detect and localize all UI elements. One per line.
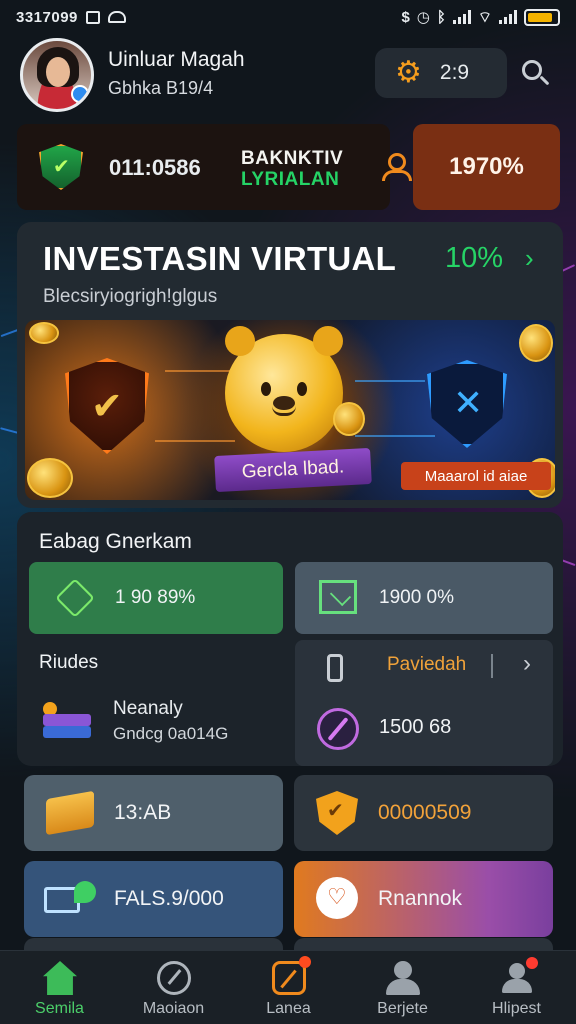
stat-value: 1900 0%	[379, 587, 455, 608]
payment-label: Paviedah	[387, 654, 467, 675]
bluetooth-icon: ᛒ	[436, 8, 446, 26]
box-icon	[46, 790, 94, 836]
overview-section: Eabag Gnerkam 1 90 89% 1900 0% Riudes Ne…	[17, 512, 563, 766]
avatar[interactable]	[20, 38, 94, 112]
chevron-right-icon[interactable]: ›	[525, 243, 534, 274]
shop-icon	[272, 956, 311, 995]
signal-icon	[452, 10, 471, 24]
tile-badge[interactable]: 00000509	[294, 775, 553, 851]
banner-tag-button[interactable]: Maaarol id aiae	[401, 462, 551, 490]
verified-icon	[71, 85, 89, 103]
gallery-icon	[85, 10, 100, 24]
cart-icon	[44, 881, 96, 917]
eye-icon	[107, 11, 126, 23]
balance-value: 011:0586	[109, 155, 201, 180]
coin-image	[29, 322, 59, 344]
mascot-image	[225, 326, 343, 452]
mail-icon	[319, 580, 357, 614]
investment-card[interactable]: INVESTASIN VIRTUAL 10% › Blecsiryiogrigh…	[17, 222, 563, 508]
nav-item-profile[interactable]: Hlipest	[459, 951, 574, 1024]
books-icon	[43, 698, 93, 742]
section-title: Eabag Gnerkam	[39, 530, 192, 553]
nav-item-shop[interactable]: Lanea	[231, 951, 346, 1024]
nearby-title: Neanaly	[113, 698, 183, 719]
profile-header: Uinluar Magah Gbhka B19/4 ⚙ 2:9	[20, 38, 556, 112]
hero-subtitle: Blecsiryiogrigh!glgus	[43, 286, 218, 307]
battery-icon	[524, 8, 560, 26]
chevron-right-icon[interactable]: ›	[523, 650, 531, 678]
brand-bottom: LYRIALAN	[241, 169, 340, 190]
dollar-icon: $	[401, 8, 410, 26]
tile-value: FALS.9/000	[114, 887, 224, 910]
nav-label: Hlipest	[492, 1000, 541, 1017]
tile-gift[interactable]: Rnannok	[294, 861, 553, 937]
divider	[491, 654, 493, 678]
stat-value: 1 90 89%	[115, 587, 196, 608]
user-icon[interactable]	[382, 151, 412, 181]
wifi-icon: ⌔	[477, 8, 492, 26]
hero-title: INVESTASIN VIRTUAL	[43, 240, 397, 277]
coin-image	[519, 324, 553, 362]
coin-image	[27, 458, 73, 498]
stack-icon	[55, 578, 95, 618]
home-icon	[43, 961, 77, 995]
heart-icon	[316, 877, 358, 919]
nav-label: Berjete	[377, 1000, 428, 1017]
hero-percent: 10%	[445, 242, 504, 274]
tile-value: 13:AB	[114, 801, 172, 824]
user-name: Uinluar Magah	[108, 48, 245, 71]
phone-icon	[327, 654, 343, 682]
balance-strip[interactable]: 011:0586 BAKNKTIV LYRIALAN	[17, 124, 412, 210]
shield-check-icon	[65, 358, 149, 454]
payment-panel[interactable]: Paviedah › 1500 68	[295, 640, 553, 766]
tile-cart[interactable]: FALS.9/000	[24, 861, 283, 937]
nav-item-gauge[interactable]: Maoiaon	[116, 951, 231, 1024]
percent-box[interactable]: 1970%	[413, 124, 560, 210]
settings-value: 2:9	[439, 61, 470, 84]
nearby-subtitle: Gndcg 0a014G	[113, 724, 229, 743]
search-icon[interactable]	[522, 60, 550, 88]
settings-pill[interactable]: ⚙ 2:9	[375, 48, 507, 98]
signal-icon	[499, 10, 517, 24]
people-icon	[386, 961, 420, 995]
shield-cross-icon	[427, 360, 507, 448]
coin-image	[333, 402, 365, 436]
banner-ribbon[interactable]: Gercla lbad.	[214, 447, 372, 493]
notification-dot	[299, 956, 311, 968]
tile-value: Rnannok	[378, 887, 463, 910]
stat-tile-steel[interactable]: 1900 0%	[295, 562, 553, 634]
payment-value: 1500 68	[379, 716, 452, 738]
bottom-nav: Semila Maoiaon Lanea Berjete Hlipest	[0, 950, 576, 1024]
status-bar: 3317099 $ ◷ ᛒ ⌔	[0, 0, 576, 34]
status-time: 3317099	[16, 8, 78, 26]
nav-label: Semila	[35, 1000, 84, 1017]
nav-item-people[interactable]: Berjete	[345, 951, 460, 1024]
gauge-icon	[157, 961, 191, 995]
user-id: Gbhka B19/4	[108, 78, 214, 98]
battery-level	[528, 12, 552, 22]
nav-label: Maoiaon	[142, 1000, 205, 1017]
section-label: Riudes	[39, 652, 99, 673]
pen-icon	[317, 708, 359, 750]
promo-banner[interactable]: Gercla lbad. Maaarol id aiae	[25, 320, 555, 500]
tile-box[interactable]: 13:AB	[24, 775, 283, 851]
gear-icon: ⚙	[395, 56, 422, 89]
nav-label: Lanea	[266, 1000, 311, 1017]
person-icon	[500, 957, 538, 995]
shield-icon	[39, 144, 83, 190]
tile-value: 00000509	[378, 801, 472, 824]
alarm-icon: ◷	[416, 9, 430, 26]
stat-tile-green[interactable]: 1 90 89%	[29, 562, 283, 634]
nav-item-home[interactable]: Semila	[2, 951, 117, 1024]
brand-top: BAKNKTIV	[241, 148, 344, 169]
notification-dot	[526, 957, 538, 969]
badge-check-icon	[316, 791, 358, 835]
